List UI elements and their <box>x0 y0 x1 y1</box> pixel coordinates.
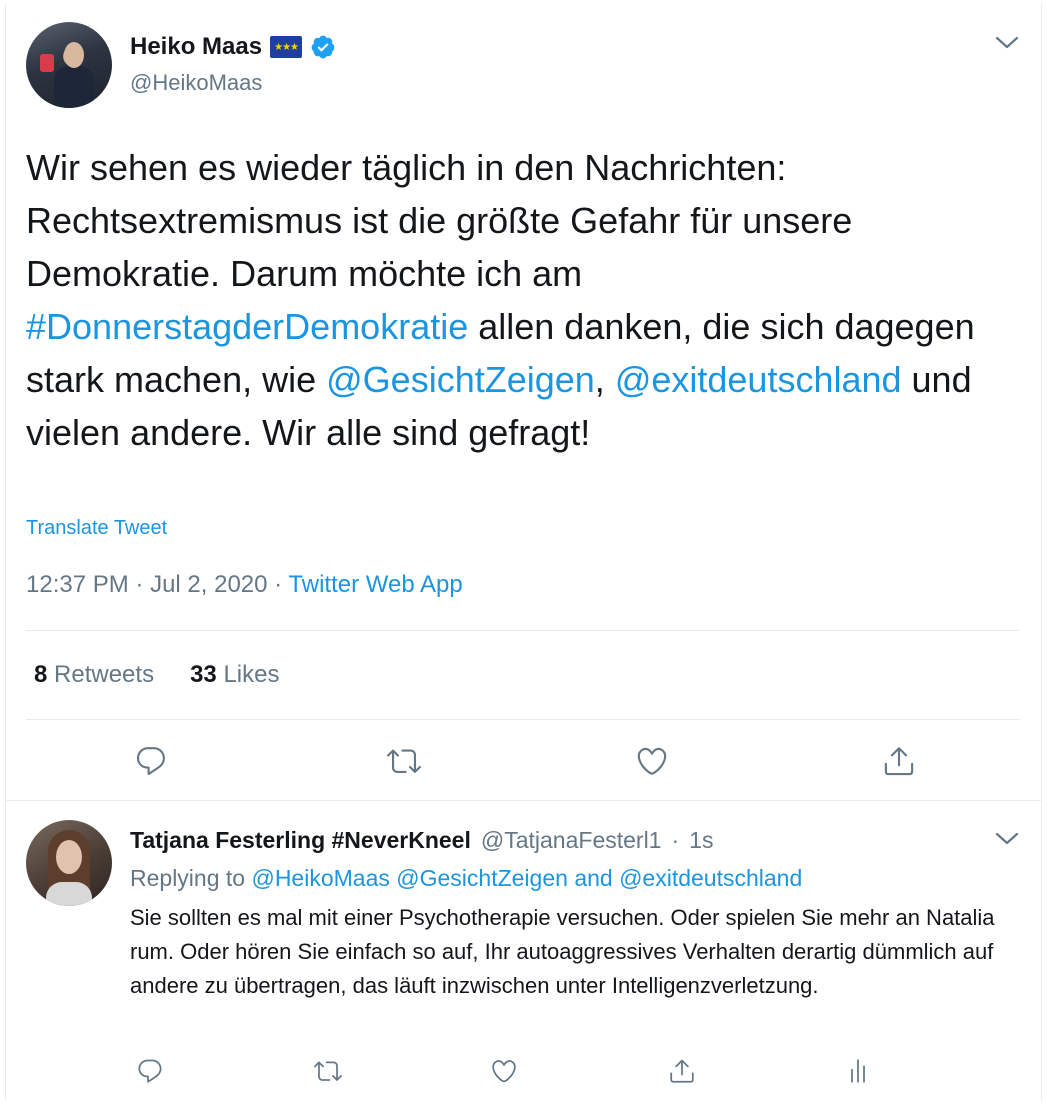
avatar-face <box>56 840 82 874</box>
likes-stat[interactable]: 33 Likes <box>190 661 279 689</box>
divider <box>6 800 1041 801</box>
tweet-meta: 12:37 PM · Jul 2, 2020 · Twitter Web App <box>26 571 463 599</box>
tweet-text-part: , <box>594 359 615 400</box>
translate-tweet-link[interactable]: Translate Tweet <box>26 517 167 540</box>
mention-link[interactable]: @exitdeutschland <box>615 359 902 400</box>
likes-label: Likes <box>223 661 280 688</box>
avatar-face <box>64 42 84 68</box>
retweet-icon[interactable] <box>384 741 424 781</box>
divider <box>26 630 1020 631</box>
avatar-phone <box>40 54 54 72</box>
tweet-text: Wir sehen es wieder täglich in den Nachr… <box>26 141 1006 459</box>
reply-author-avatar[interactable] <box>26 820 112 906</box>
tweet-thread: Heiko Maas ★★★ @HeikoMaas Wir sehen es w… <box>5 3 1042 1101</box>
reply-icon[interactable] <box>130 1051 170 1091</box>
meta-separator: · <box>135 571 144 598</box>
tweet-stats: 8 Retweets 33 Likes <box>34 661 279 689</box>
replying-to: Replying to @HeikoMaas @GesichtZeigen an… <box>130 865 802 892</box>
reply-text: Sie sollten es mal mit einer Psychothera… <box>130 905 995 998</box>
tweet-date[interactable]: Jul 2, 2020 <box>150 571 267 598</box>
mention-link[interactable]: @GesichtZeigen <box>396 865 568 891</box>
divider <box>26 719 1020 720</box>
retweets-label: Retweets <box>54 661 155 688</box>
author-handle[interactable]: @HeikoMaas <box>130 70 262 96</box>
retweets-stat[interactable]: 8 Retweets <box>34 661 154 689</box>
main-tweet: Heiko Maas ★★★ @HeikoMaas Wir sehen es w… <box>6 3 1041 800</box>
tweet-time[interactable]: 12:37 PM <box>26 571 129 598</box>
reply-age[interactable]: 1s <box>689 827 713 854</box>
chevron-down-icon[interactable] <box>994 829 1020 849</box>
reply-author-name[interactable]: Tatjana Festerling #NeverKneel <box>130 827 471 854</box>
like-icon[interactable] <box>632 741 672 781</box>
meta-separator: · <box>274 571 283 598</box>
share-icon[interactable] <box>662 1051 702 1091</box>
likes-count: 33 <box>190 661 217 688</box>
reply-author-handle[interactable]: @TatjanaFesterl1 <box>481 827 662 854</box>
reply-header: Tatjana Festerling #NeverKneel @TatjanaF… <box>130 827 713 854</box>
author-name-row: Heiko Maas ★★★ <box>130 33 336 61</box>
avatar-figure <box>46 882 92 906</box>
like-icon[interactable] <box>484 1051 524 1091</box>
analytics-icon[interactable] <box>838 1051 878 1091</box>
chevron-down-icon[interactable] <box>994 33 1020 53</box>
retweet-icon[interactable] <box>308 1051 348 1091</box>
hashtag-link[interactable]: #DonnerstagderDemokratie <box>26 306 468 347</box>
verified-badge-icon <box>310 34 336 60</box>
author-name[interactable]: Heiko Maas <box>130 33 262 61</box>
tweet-text-part: Wir sehen es wieder täglich in den Nachr… <box>26 147 853 294</box>
mention-link[interactable]: @HeikoMaas <box>251 865 389 891</box>
author-avatar[interactable] <box>26 22 112 108</box>
retweets-count: 8 <box>34 661 48 688</box>
replying-prefix: Replying to <box>130 865 246 891</box>
meta-separator: · <box>671 827 680 853</box>
tweet-source[interactable]: Twitter Web App <box>288 571 462 598</box>
mention-link[interactable]: @GesichtZeigen <box>326 359 595 400</box>
replying-and: and <box>574 865 613 891</box>
eu-flag-icon: ★★★ <box>270 36 303 58</box>
share-icon[interactable] <box>879 741 919 781</box>
reply-icon[interactable] <box>131 741 171 781</box>
avatar-figure <box>54 66 94 108</box>
mention-link[interactable]: @exitdeutschland <box>619 865 802 891</box>
